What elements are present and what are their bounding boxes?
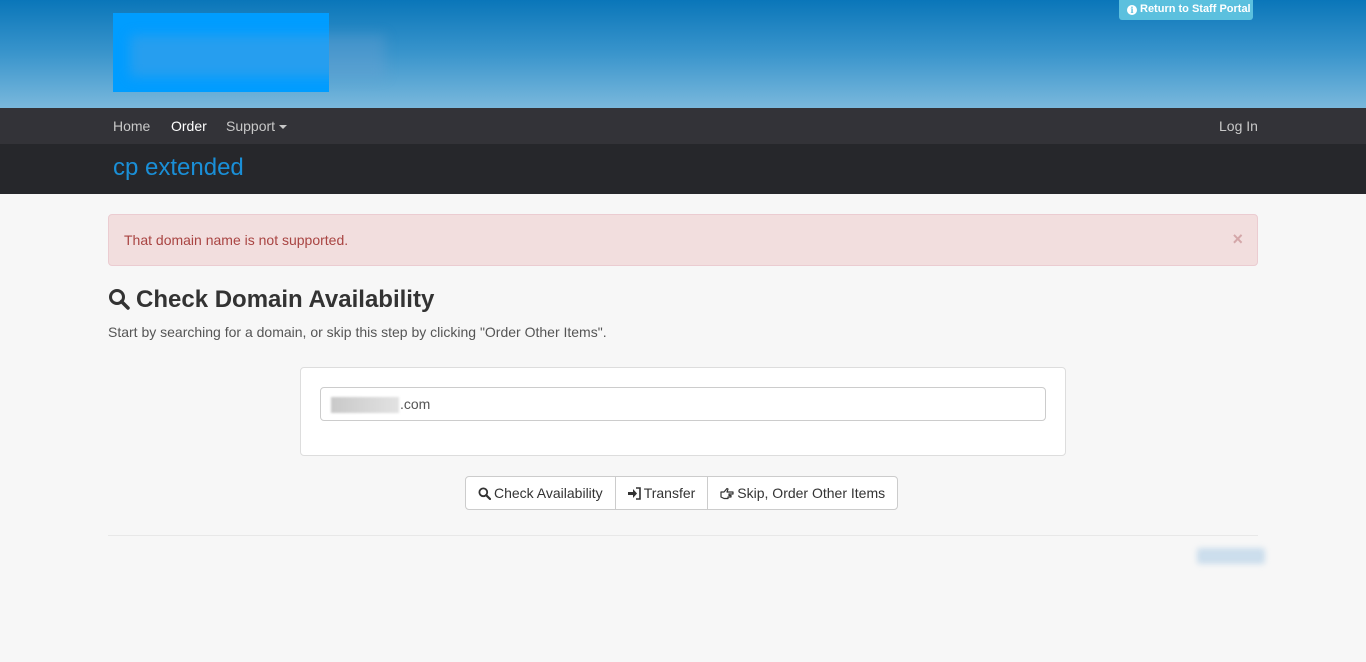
footer-redaction xyxy=(1197,548,1265,564)
transfer-button[interactable]: Transfer xyxy=(614,476,709,510)
sign-in-icon xyxy=(627,487,641,500)
heading-text: Check Domain Availability xyxy=(136,286,435,313)
login-link[interactable]: Log In xyxy=(1219,108,1258,144)
hand-pointing-right-icon xyxy=(720,487,734,500)
footer-divider xyxy=(108,535,1258,536)
nav-item-home[interactable]: Home xyxy=(113,108,150,144)
search-icon xyxy=(478,487,492,501)
section-heading: Check Domain Availability xyxy=(108,285,434,315)
caret-down-icon xyxy=(279,125,288,129)
check-availability-button[interactable]: Check Availability xyxy=(465,476,616,510)
nav-item-support[interactable]: Support xyxy=(226,108,288,144)
skip-order-other-items-button[interactable]: Skip, Order Other Items xyxy=(707,476,899,510)
site-header: i Return to Staff Portal xyxy=(0,0,1366,108)
error-alert: That domain name is not supported. × xyxy=(108,214,1258,266)
search-icon xyxy=(109,289,130,310)
logo-redaction xyxy=(130,35,385,77)
domain-search-panel: .com xyxy=(300,367,1066,456)
close-icon[interactable]: × xyxy=(1232,215,1243,263)
domain-input[interactable]: .com xyxy=(320,387,1046,421)
info-icon: i xyxy=(1127,5,1137,15)
page-title: cp extended xyxy=(113,154,244,181)
skip-label: Skip, Order Other Items xyxy=(737,485,886,501)
staff-portal-label: Return to Staff Portal xyxy=(1140,3,1251,15)
domain-action-buttons: Check Availability Transfer Skip, Order … xyxy=(465,476,899,510)
alert-message: That domain name is not supported. xyxy=(124,232,349,248)
check-availability-label: Check Availability xyxy=(494,485,603,501)
domain-redaction xyxy=(331,397,399,413)
page-title-bar: cp extended xyxy=(0,144,1366,194)
transfer-label: Transfer xyxy=(643,485,696,501)
instruction-text: Start by searching for a domain, or skip… xyxy=(108,324,607,340)
return-to-staff-portal-button[interactable]: i Return to Staff Portal xyxy=(1119,0,1253,20)
nav-item-order[interactable]: Order xyxy=(171,108,207,144)
main-navbar: Home Order Support Log In xyxy=(0,108,1366,144)
nav-item-support-label: Support xyxy=(226,118,276,134)
